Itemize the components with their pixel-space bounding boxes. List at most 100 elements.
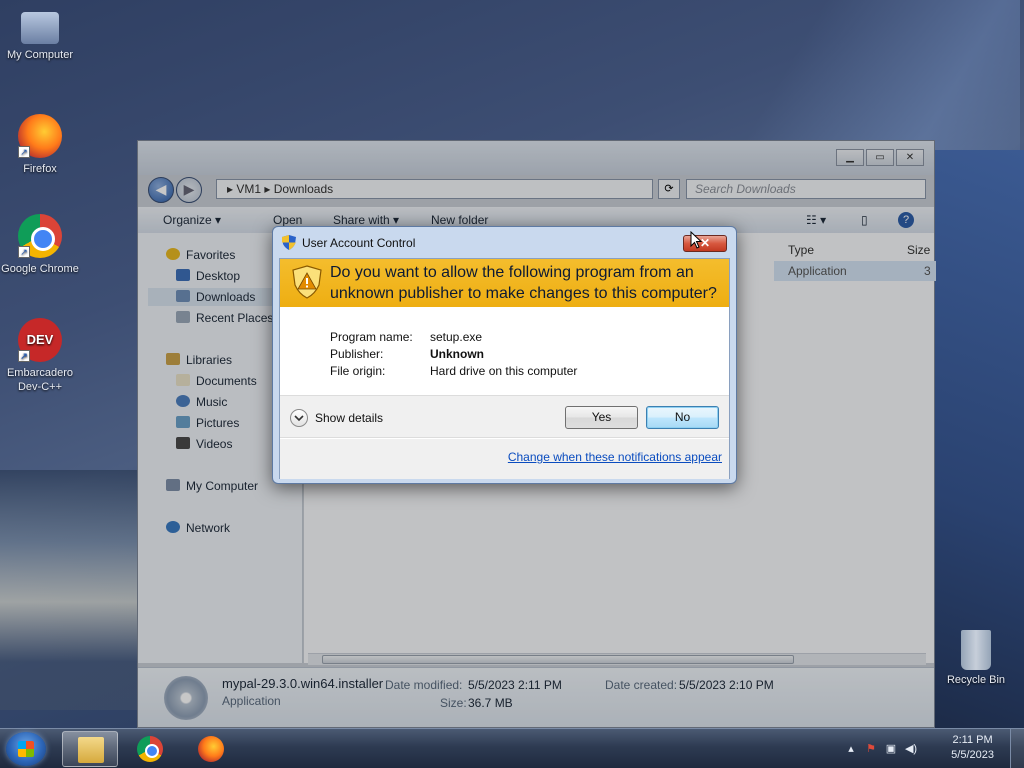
star-icon [166, 248, 180, 260]
desktop-icon-recycle-bin[interactable]: Recycle Bin [940, 630, 1012, 686]
search-input[interactable]: Search Downloads [686, 179, 926, 199]
desktop-icon-label: My Computer [6, 49, 74, 61]
warning-shield-icon [292, 265, 322, 299]
breadcrumb-sep-icon: ▸ [227, 182, 237, 196]
back-button[interactable]: ◀ [148, 177, 174, 203]
desktop-icon-label: Recycle Bin [946, 674, 1006, 686]
publisher-row: Publisher: Unknown [330, 346, 577, 363]
address-bar[interactable]: ▸ VM1 ▸ Downloads [216, 179, 653, 199]
nav-my-computer[interactable]: My Computer [166, 477, 258, 495]
date-modified-value: 5/5/2023 2:11 PM [468, 678, 562, 692]
downloads-folder-icon [176, 290, 190, 302]
desktop-icon-chrome[interactable]: ↗ Google Chrome [0, 214, 80, 276]
date-created-label: Date created: [605, 678, 678, 692]
maximize-button[interactable]: ▭ [866, 149, 894, 166]
network-icon [166, 521, 180, 533]
clock-time: 2:11 PM [952, 734, 993, 746]
size-value: 36.7 MB [468, 696, 513, 710]
chevron-down-icon [294, 415, 304, 422]
desktop-icon-label: Google Chrome [1, 263, 79, 275]
firefox-icon: ↗ [18, 114, 62, 158]
table-row[interactable]: Application 3 [774, 261, 936, 281]
date-modified-label: Date modified: [385, 678, 463, 692]
volume-icon[interactable]: ◀) [904, 742, 918, 756]
minimize-button[interactable]: ▁ [836, 149, 864, 166]
nav-libraries[interactable]: Libraries [166, 351, 232, 369]
desktop-icon-label: Firefox [23, 163, 57, 175]
pictures-icon [176, 416, 190, 428]
file-type-cell: Application [788, 264, 847, 278]
forward-button[interactable]: ▶ [176, 177, 202, 203]
uac-title: User Account Control [302, 236, 416, 250]
desktop-icon-devcpp[interactable]: DEV ↗ Embarcadero Dev-C++ [0, 318, 80, 394]
share-with-button[interactable]: Share with ▾ [333, 213, 399, 227]
desktop-icon-my-computer[interactable]: My Computer [0, 12, 80, 62]
file-name: mypal-29.3.0.win64.installer [222, 676, 384, 691]
column-header-size[interactable]: Size [907, 243, 930, 257]
nav-desktop[interactable]: Desktop [176, 267, 240, 285]
computer-icon [21, 12, 59, 44]
date-created-value: 5/5/2023 2:10 PM [679, 678, 774, 692]
field-value: Hard drive on this computer [430, 364, 578, 378]
nav-favorites[interactable]: Favorites [166, 246, 235, 264]
action-center-icon[interactable]: ⚑ [864, 742, 878, 756]
refresh-button[interactable]: ⟳ [658, 179, 680, 199]
uac-titlebar[interactable]: User Account Control ✕ [273, 227, 736, 257]
scrollbar-thumb[interactable] [322, 655, 794, 664]
show-details-label[interactable]: Show details [315, 411, 383, 425]
details-pane: mypal-29.3.0.win64.installer Application… [138, 667, 934, 727]
libraries-icon [166, 353, 180, 365]
uac-shield-icon [282, 235, 296, 250]
taskbar: ▴ ⚑ ▣ ◀) 2:11 PM 5/5/2023 [0, 728, 1024, 768]
new-folder-button[interactable]: New folder [431, 213, 488, 227]
chrome-icon: ↗ [18, 214, 62, 258]
installer-icon [164, 676, 208, 720]
uac-body: Do you want to allow the following progr… [279, 258, 730, 479]
show-details-toggle[interactable] [290, 409, 308, 427]
size-label: Size: [440, 696, 467, 710]
nav-network[interactable]: Network [166, 519, 230, 537]
shortcut-arrow-icon: ↗ [18, 350, 30, 362]
recycle-bin-icon [961, 630, 991, 670]
field-label: Program name: [330, 330, 413, 344]
file-origin-row: File origin: Hard drive on this computer [330, 363, 577, 380]
close-button[interactable]: ✕ [896, 149, 924, 166]
uac-actions: Show details Yes No [280, 395, 729, 438]
uac-warning-banner: Do you want to allow the following progr… [280, 259, 729, 307]
documents-icon [176, 374, 190, 386]
network-icon[interactable]: ▣ [884, 742, 898, 756]
taskbar-firefox[interactable] [183, 731, 239, 767]
system-tray: ▴ ⚑ ▣ ◀) 2:11 PM 5/5/2023 [844, 729, 1024, 768]
organize-button[interactable]: Organize ▾ [163, 213, 221, 227]
nav-documents[interactable]: Documents [176, 372, 257, 390]
nav-videos[interactable]: Videos [176, 435, 232, 453]
show-hidden-icons-icon[interactable]: ▴ [844, 742, 858, 756]
taskbar-explorer[interactable] [62, 731, 118, 767]
nav-pictures[interactable]: Pictures [176, 414, 239, 432]
clock[interactable]: 2:11 PM 5/5/2023 [951, 733, 994, 763]
horizontal-scrollbar[interactable] [308, 653, 926, 665]
no-button[interactable]: No [646, 406, 719, 429]
preview-pane-icon[interactable]: ▯ [861, 213, 868, 227]
desktop-icon-firefox[interactable]: ↗ Firefox [0, 114, 80, 176]
chrome-icon [137, 736, 163, 762]
breadcrumb-item[interactable]: Downloads [274, 182, 333, 196]
taskbar-chrome[interactable] [122, 731, 178, 767]
open-button[interactable]: Open [273, 213, 302, 227]
view-options-icon[interactable]: ☷ ▾ [806, 213, 826, 227]
change-notifications-link[interactable]: Change when these notifications appear [508, 450, 722, 464]
nav-music[interactable]: Music [176, 393, 227, 411]
breadcrumb-item[interactable]: VM1 [236, 182, 261, 196]
videos-icon [176, 437, 190, 449]
breadcrumb-sep-icon: ▸ [264, 182, 274, 196]
nav-recent-places[interactable]: Recent Places [176, 309, 273, 327]
recent-places-icon [176, 311, 190, 323]
help-icon[interactable]: ? [898, 212, 914, 228]
field-value: setup.exe [430, 330, 483, 344]
desktop-icon [176, 269, 190, 281]
uac-question: Do you want to allow the following progr… [330, 264, 717, 302]
show-desktop-button[interactable] [1010, 729, 1024, 768]
start-button[interactable] [6, 732, 46, 766]
yes-button[interactable]: Yes [565, 406, 638, 429]
column-header-type[interactable]: Type [788, 243, 814, 257]
